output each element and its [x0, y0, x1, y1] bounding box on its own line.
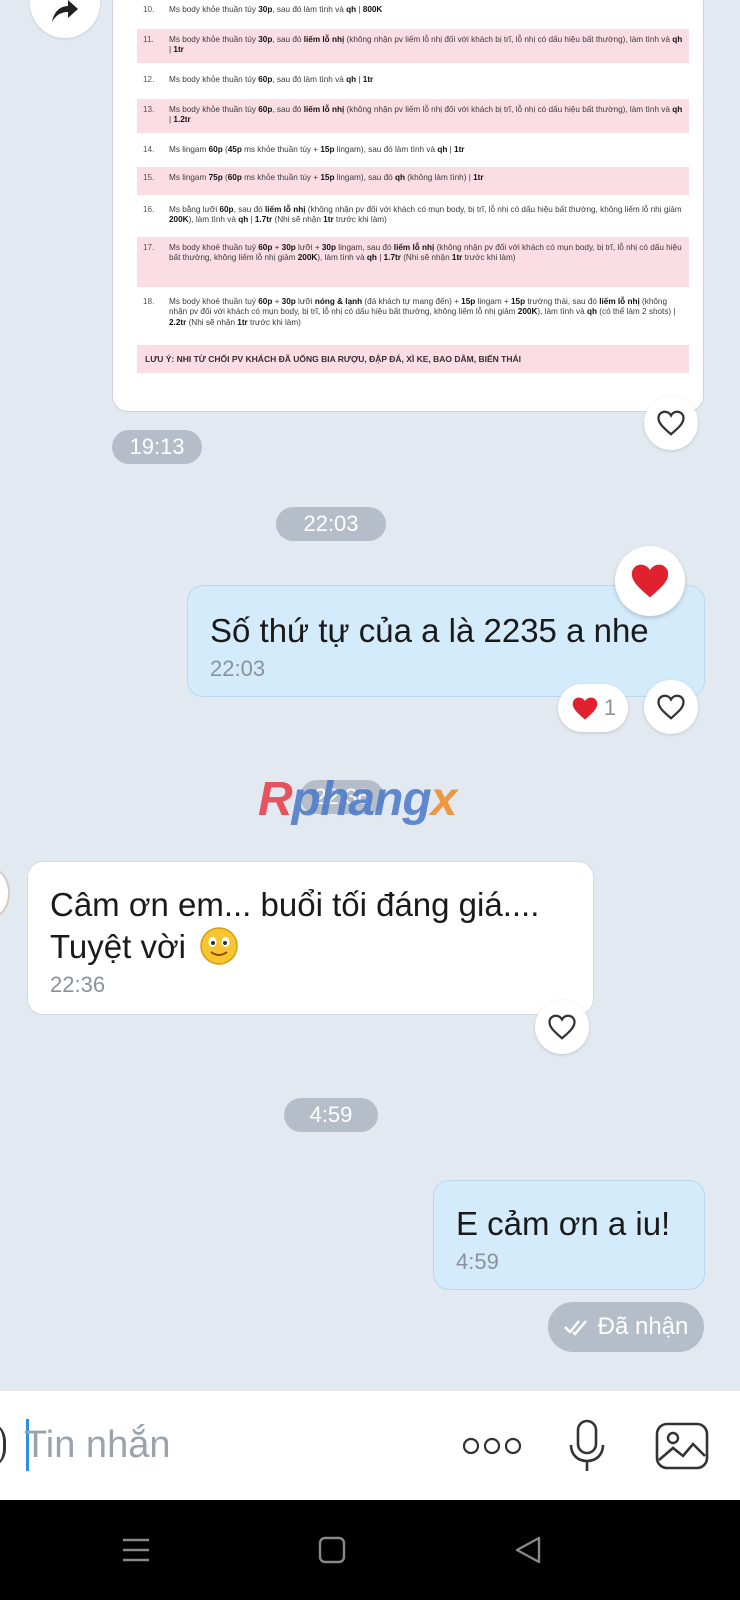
smile-emoji [200, 927, 238, 965]
message-text: Số thứ tự của a là 2235 a nhe [210, 612, 649, 649]
price-sheet: LƯU Ý: NHI TỪ CHỐI PV KHÁCH ĐÃ UỐNG BIA … [137, 0, 689, 389]
price-list-image[interactable]: LƯU Ý: NHI TỪ CHỐI PV KHÁCH ĐÃ UỐNG BIA … [112, 0, 704, 412]
delivery-status: Đã nhận [548, 1302, 704, 1352]
mic-button[interactable] [562, 1416, 612, 1476]
price-row-text: Ms body khoẻ thuần tuý 60p + 30p lưỡi nó… [169, 297, 676, 327]
more-button[interactable] [460, 1416, 524, 1476]
heart-outline-icon [657, 410, 685, 436]
price-row-number: 14. [143, 145, 155, 154]
price-row-text: Ms body khoẻ thuần tuý 60p + 30p lưỡi + … [169, 243, 682, 263]
price-row-text: Ms lingam 60p (45p ms khỏe thuần túy + 1… [169, 145, 465, 154]
more-icon [462, 1437, 522, 1455]
price-row: 13. Ms body khỏe thuần túy 60p, sau đó li… [137, 99, 689, 133]
price-row: 18. Ms body khoẻ thuần tuý 60p + 30p lưỡi… [137, 295, 689, 335]
message-bubble-in[interactable]: Câm ơn em... buổi tối đáng giá.... Tuyệt… [27, 861, 594, 1015]
nav-back-button[interactable] [498, 1526, 558, 1574]
price-row: 17. Ms body khoẻ thuần tuý 60p + 30p lưỡi… [137, 237, 689, 287]
price-row-number: 13. [143, 105, 155, 114]
price-row-text: Ms lingam 75p (60p ms khỏe thuần túy + 1… [169, 173, 484, 182]
price-row-number: 17. [143, 243, 155, 252]
heart-reaction-badge[interactable] [615, 546, 685, 616]
chat-area[interactable]: LƯU Ý: NHI TỪ CHỐI PV KHÁCH ĐÃ UỐNG BIA … [0, 0, 740, 1390]
price-row-text: Ms body khỏe thuần túy 30p, sau đó liếm … [169, 35, 683, 55]
nav-back-icon [515, 1536, 541, 1564]
time-divider: 22:03 [276, 507, 386, 541]
price-row-number: 12. [143, 75, 155, 84]
heart-outline-icon [657, 694, 685, 720]
price-note: LƯU Ý: NHI TỪ CHỐI PV KHÁCH ĐÃ UỐNG BIA … [137, 345, 689, 373]
reaction-count-value: 1 [603, 695, 617, 720]
image-icon [655, 1422, 709, 1470]
mic-icon [569, 1419, 605, 1471]
price-row-text: Ms body khỏe thuần túy 30p, sau đó làm t… [169, 5, 383, 14]
nav-home-icon [318, 1536, 346, 1564]
image-time-badge: 19:13 [112, 430, 202, 464]
forward-button[interactable] [30, 0, 100, 38]
heart-filled-icon [572, 696, 598, 720]
price-row: 14. Ms lingam 60p (45p ms khỏe thuần túy … [137, 143, 689, 157]
system-nav-bar [0, 1500, 740, 1600]
nav-menu-button[interactable] [106, 1526, 166, 1574]
nav-home-button[interactable] [302, 1526, 362, 1574]
image-button[interactable] [652, 1416, 712, 1476]
price-row-text: Ms bằng lưỡi 60p, sau đó liếm lỗ nhị (kh… [169, 205, 682, 225]
price-row-text: Ms body khỏe thuần túy 60p, sau đó liếm … [169, 105, 683, 125]
price-row-number: 10. [143, 5, 155, 14]
emoji-button[interactable] [0, 1421, 6, 1469]
time-divider: 4:59 [284, 1098, 378, 1132]
price-row: 10. Ms body khỏe thuần túy 30p, sau đó là… [137, 3, 689, 17]
delivery-status-text: Đã nhận [597, 1313, 689, 1340]
message-text: Câm ơn em... buổi tối đáng giá.... Tuyệt… [50, 886, 540, 965]
price-row-number: 18. [143, 297, 155, 306]
price-row: 16. Ms bằng lưỡi 60p, sau đó liếm lỗ nhị … [137, 203, 689, 231]
message-time: 4:59 [456, 1249, 499, 1274]
price-row-number: 16. [143, 205, 155, 214]
like-button[interactable] [644, 680, 698, 734]
message-text: E cảm ơn a iu! [456, 1205, 671, 1242]
heart-filled-icon [631, 564, 669, 598]
composer-bar: Tin nhắn [0, 1390, 740, 1500]
like-button-image[interactable] [644, 396, 698, 450]
message-time: 22:03 [210, 656, 266, 681]
message-time: 22:36 [50, 972, 106, 997]
avatar[interactable] [0, 868, 10, 918]
price-row-number: 11. [143, 35, 154, 44]
like-button[interactable] [535, 1000, 589, 1054]
price-row-number: 15. [143, 173, 155, 182]
forward-icon [52, 0, 78, 22]
nav-menu-icon [123, 1538, 149, 1562]
heart-outline-icon [548, 1014, 576, 1040]
reaction-count[interactable]: 1 [558, 684, 628, 732]
price-row: 11. Ms body khỏe thuần túy 30p, sau đó li… [137, 29, 689, 63]
message-input[interactable]: Tin nhắn [24, 1415, 424, 1475]
double-check-icon [563, 1320, 587, 1336]
price-row: 12. Ms body khỏe thuần túy 60p, sau đó là… [137, 73, 689, 87]
watermark-logo: Rphangx [258, 773, 457, 826]
message-bubble-out[interactable]: E cảm ơn a iu! 4:59 [433, 1180, 705, 1290]
price-row-text: Ms body khỏe thuần túy 60p, sau đó làm t… [169, 75, 374, 84]
price-row: 15. Ms lingam 75p (60p ms khỏe thuần túy … [137, 167, 689, 195]
